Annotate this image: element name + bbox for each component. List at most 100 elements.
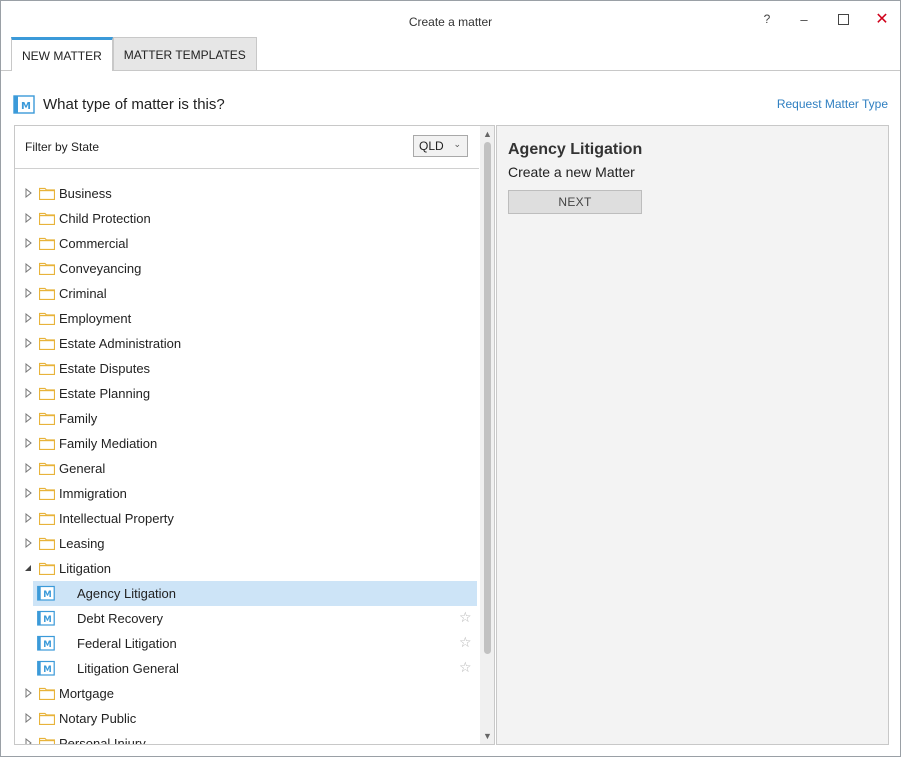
tree-item-label: Family (59, 411, 98, 426)
tab-new-matter[interactable]: NEW MATTER (11, 37, 113, 71)
collapsed-arrow-icon[interactable] (23, 412, 33, 424)
collapsed-arrow-icon[interactable] (23, 537, 33, 549)
folder-icon (38, 311, 56, 328)
state-select[interactable]: QLD ⌄ (413, 135, 468, 157)
favorite-star-icon[interactable]: ☆ (459, 634, 472, 651)
collapsed-arrow-icon[interactable] (23, 437, 33, 449)
help-button[interactable]: ? (755, 9, 779, 29)
folder-icon (38, 286, 56, 303)
tree-child-item[interactable]: M Federal Litigation ☆ (33, 631, 477, 656)
folder-icon (38, 236, 56, 253)
maximize-button[interactable] (831, 9, 855, 29)
tree-item-label: Conveyancing (59, 261, 142, 276)
scroll-up-icon[interactable]: ▲ (483, 129, 492, 139)
tree-child-label: Federal Litigation (77, 636, 177, 651)
minimize-button[interactable]: – (792, 9, 816, 29)
tree-item[interactable]: Conveyancing (15, 256, 479, 281)
folder-icon (38, 436, 56, 453)
matter-type-tree: Business Child Protection Commercial Convey… (15, 181, 479, 745)
tree-item-label: Intellectual Property (59, 511, 174, 526)
collapsed-arrow-icon[interactable] (23, 262, 33, 274)
matter-detail-pane: Agency Litigation Create a new Matter NE… (496, 125, 889, 745)
tree-item[interactable]: Intellectual Property (15, 506, 479, 531)
tree-child-item[interactable]: M Litigation General ☆ (33, 656, 477, 681)
folder-icon (38, 736, 56, 744)
next-button[interactable]: NEXT (508, 190, 642, 214)
collapsed-arrow-icon[interactable] (23, 487, 33, 499)
tree-item[interactable]: Business (15, 181, 479, 206)
folder-icon (38, 561, 56, 578)
folder-icon (38, 186, 56, 203)
collapsed-arrow-icon[interactable] (23, 212, 33, 224)
tree-item[interactable]: Litigation (15, 556, 479, 581)
collapsed-arrow-icon[interactable] (23, 312, 33, 324)
folder-icon (38, 211, 56, 228)
collapsed-arrow-icon[interactable] (23, 337, 33, 349)
tree-item[interactable]: Estate Disputes (15, 356, 479, 381)
title-bar: Create a matter ? – ✕ (1, 1, 900, 37)
tree-item[interactable]: Personal Injury (15, 731, 479, 745)
folder-icon (38, 536, 56, 553)
matter-icon: M (37, 635, 55, 654)
svg-text:M: M (43, 640, 51, 650)
collapsed-arrow-icon[interactable] (23, 237, 33, 249)
tab-bar: NEW MATTER MATTER TEMPLATES (11, 37, 257, 71)
collapsed-arrow-icon[interactable] (23, 687, 33, 699)
tree-item[interactable]: Family Mediation (15, 431, 479, 456)
tree-item-label: General (59, 461, 106, 476)
state-select-value: QLD (419, 139, 444, 153)
tree-item[interactable]: Mortgage (15, 681, 479, 706)
tab-matter-templates[interactable]: MATTER TEMPLATES (112, 37, 257, 71)
tree-item[interactable]: Leasing (15, 531, 479, 556)
tree-child-item[interactable]: M Agency Litigation (33, 581, 477, 606)
svg-text:M: M (43, 665, 51, 675)
tree-item-label: Criminal (59, 286, 107, 301)
tree-item-label: Personal Injury (59, 736, 146, 745)
tab-divider (1, 70, 900, 71)
request-matter-type-link[interactable]: Request Matter Type (777, 97, 888, 111)
scroll-down-icon[interactable]: ▼ (483, 731, 492, 741)
tree-item[interactable]: Child Protection (15, 206, 479, 231)
collapsed-arrow-icon[interactable] (23, 387, 33, 399)
collapsed-arrow-icon[interactable] (23, 462, 33, 474)
tree-child-item[interactable]: M Debt Recovery ☆ (33, 606, 477, 631)
matter-type-pane: Filter by State QLD ⌄ Business Child Prot… (14, 125, 495, 745)
tree-item[interactable]: General (15, 456, 479, 481)
tree-item-label: Litigation (59, 561, 112, 576)
tree-item[interactable]: Estate Planning (15, 381, 479, 406)
tree-item[interactable]: Criminal (15, 281, 479, 306)
folder-icon (38, 361, 56, 378)
tree-item[interactable]: Notary Public (15, 706, 479, 731)
favorite-star-icon[interactable]: ☆ (459, 609, 472, 626)
favorite-star-icon[interactable]: ☆ (459, 659, 472, 676)
tree-item[interactable]: Family (15, 406, 479, 431)
tree-item[interactable]: Employment (15, 306, 479, 331)
folder-icon (38, 511, 56, 528)
folder-icon (38, 411, 56, 428)
tree-item-label: Leasing (59, 536, 105, 551)
collapsed-arrow-icon[interactable] (23, 737, 33, 744)
page-heading: M What type of matter is this? (13, 93, 225, 115)
folder-icon (38, 261, 56, 278)
collapsed-arrow-icon[interactable] (23, 287, 33, 299)
matter-icon: M (37, 585, 55, 604)
svg-text:M: M (43, 615, 51, 625)
expanded-arrow-icon[interactable] (23, 562, 33, 574)
tree-item[interactable]: Immigration (15, 481, 479, 506)
tree-child-label: Agency Litigation (77, 586, 177, 601)
tree-item[interactable]: Estate Administration (15, 331, 479, 356)
folder-icon (38, 336, 56, 353)
close-button[interactable]: ✕ (870, 9, 894, 29)
tree-child-label: Litigation General (77, 661, 179, 676)
page-title: What type of matter is this? (43, 95, 225, 113)
collapsed-arrow-icon[interactable] (23, 512, 33, 524)
collapsed-arrow-icon[interactable] (23, 187, 33, 199)
scroll-thumb[interactable] (484, 142, 491, 654)
collapsed-arrow-icon[interactable] (23, 362, 33, 374)
collapsed-arrow-icon[interactable] (23, 712, 33, 724)
tree-item[interactable]: Commercial (15, 231, 479, 256)
tree-scrollbar[interactable]: ▲ ▼ (480, 126, 494, 744)
filter-label: Filter by State (25, 140, 100, 154)
folder-icon (38, 386, 56, 403)
folder-icon (38, 461, 56, 478)
